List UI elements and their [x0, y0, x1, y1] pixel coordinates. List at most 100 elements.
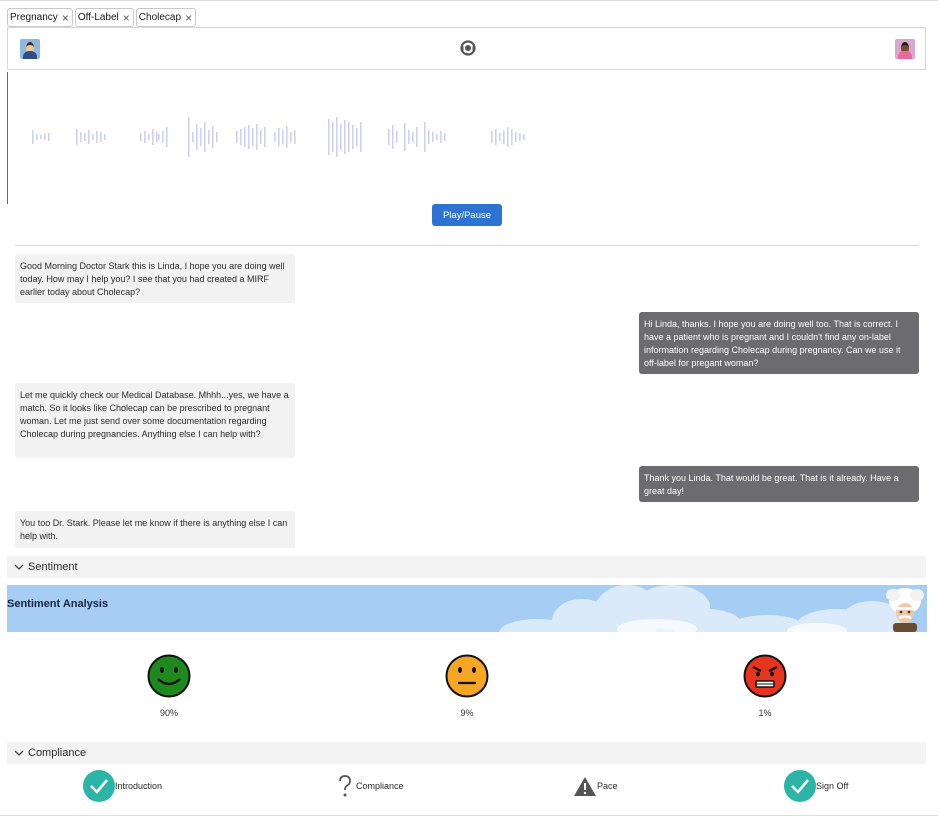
compliance-item-compliance: Compliance	[337, 770, 404, 802]
waveform-bar	[188, 117, 190, 157]
waveform-bar	[499, 133, 501, 141]
banner-title: Sentiment Analysis	[7, 598, 109, 610]
waveform-bar	[96, 131, 98, 143]
waveform-bar	[428, 130, 430, 144]
divider	[15, 245, 919, 246]
waveform-bar	[248, 125, 250, 149]
chat-message-incoming: Good Morning Doctor Stark this is Linda,…	[15, 254, 295, 303]
einstein-mascot-icon	[886, 588, 924, 632]
waveform-bar	[392, 125, 394, 149]
compliance-item-sign-off: Sign Off	[784, 770, 848, 802]
agent-avatar	[20, 39, 40, 59]
top-border	[0, 0, 938, 1]
close-icon[interactable]: ×	[62, 12, 69, 24]
avatar-body	[898, 51, 912, 59]
waveform-bar	[332, 122, 334, 152]
waveform-bar	[48, 133, 50, 141]
angry-face-icon	[743, 654, 787, 698]
waveform-bar	[290, 132, 292, 142]
waveform-bar	[208, 130, 210, 144]
waveform-bar	[336, 117, 338, 157]
waveform-bar	[416, 127, 418, 147]
compliance-item-pace: Pace	[573, 770, 618, 802]
waveform-bar	[440, 131, 442, 143]
waveform-bar	[144, 131, 146, 143]
waveform-bar	[76, 129, 78, 145]
bottom-border	[0, 815, 938, 816]
waveform-bar	[294, 130, 296, 144]
check-icon	[83, 770, 115, 802]
waveform-bar	[519, 133, 521, 141]
waveform-bar	[36, 134, 38, 140]
waveform-bar	[436, 134, 438, 140]
waveform-bar	[166, 127, 168, 147]
audio-waveform[interactable]	[7, 72, 548, 204]
tag-cholecap[interactable]: Cholecap ×	[135, 8, 197, 27]
waveform-bar	[244, 127, 246, 147]
waveform-bar	[432, 132, 434, 142]
warning-icon	[574, 777, 596, 796]
waveform-bar	[32, 130, 34, 144]
waveform-bar	[511, 129, 513, 145]
waveform-bar	[252, 128, 254, 146]
positive-percentage: 90%	[159, 708, 178, 718]
compliance-item-introduction: Introduction	[83, 770, 162, 802]
waveform-bar	[515, 132, 517, 142]
waveform-bar	[240, 129, 242, 145]
waveform-bar	[200, 128, 202, 146]
waveform-bar	[236, 131, 238, 143]
waveform-bar	[352, 125, 354, 149]
sentiment-banner: Sentiment Analysis	[7, 585, 927, 632]
waveform-bar	[152, 129, 154, 145]
tag-label: Cholecap	[138, 12, 182, 23]
compliance-section-header[interactable]: Compliance	[7, 742, 926, 764]
compliance-label: Compliance	[356, 781, 404, 791]
waveform-bar	[204, 122, 206, 152]
waveform-bar	[444, 133, 446, 141]
waveform-bar	[396, 131, 398, 143]
tag-off-label[interactable]: Off-Label ×	[74, 8, 134, 27]
waveform-bar	[404, 123, 406, 151]
waveform-graphic	[32, 117, 525, 157]
chat-message-incoming: Let me quickly check our Medical Databas…	[15, 383, 295, 458]
compliance-label: Sign Off	[816, 781, 849, 791]
waveform-bar	[80, 132, 82, 142]
waveform-bar	[340, 124, 342, 150]
close-icon[interactable]: ×	[185, 12, 192, 24]
doctor-avatar	[895, 39, 915, 59]
waveform-bar	[148, 134, 150, 140]
check-icon	[784, 770, 816, 802]
waveform-bar	[278, 128, 280, 146]
waveform-bar	[495, 129, 497, 145]
chat-message-outgoing: Hi Linda, thanks. I hope you are doing w…	[639, 312, 919, 374]
waveform-bar	[274, 132, 276, 142]
section-label: Sentiment	[28, 561, 78, 573]
waveform-bar	[256, 124, 258, 150]
waveform-bar	[344, 120, 346, 154]
waveform-bar	[44, 134, 46, 140]
waveform-bar	[348, 122, 350, 152]
waveform-bar	[162, 131, 164, 143]
chat-message-outgoing: Thank you Linda. That would be great. Th…	[639, 466, 919, 502]
play-pause-button[interactable]: Play/Pause	[432, 204, 502, 226]
section-label: Compliance	[28, 747, 87, 759]
waveform-bar	[286, 126, 288, 148]
waveform-bar	[100, 132, 102, 142]
waveform-bar	[212, 126, 214, 148]
waveform-bar	[104, 134, 106, 140]
question-icon	[339, 775, 351, 797]
waveform-bar	[424, 122, 426, 152]
waveform-bar	[216, 132, 218, 142]
close-icon[interactable]: ×	[123, 12, 130, 24]
waveform-bar	[328, 119, 330, 155]
tag-label: Off-Label	[77, 12, 119, 23]
waveform-bar	[282, 130, 284, 144]
waveform-bar	[503, 130, 505, 144]
chat-message-incoming: You too Dr. Stark. Please let me know if…	[15, 511, 295, 548]
sentiment-section-header[interactable]: Sentiment	[7, 556, 926, 578]
waveform-bar	[260, 130, 262, 144]
headset-icon	[460, 40, 476, 56]
waveform-bar	[360, 122, 362, 152]
chevron-down-icon	[14, 564, 24, 570]
tag-pregnancy[interactable]: Pregnancy ×	[7, 8, 73, 27]
